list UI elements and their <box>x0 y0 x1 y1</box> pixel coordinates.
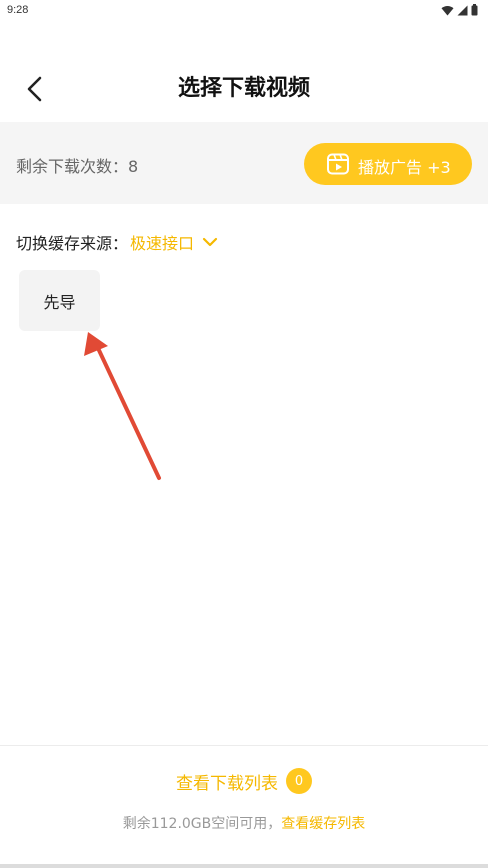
chevron-down-icon[interactable] <box>202 237 218 247</box>
storage-text: 剩余112.0GB空间可用， <box>122 816 282 832</box>
play-ad-button[interactable]: 播放广告 +3 <box>304 143 472 185</box>
storage-info: 剩余112.0GB空间可用，查看缓存列表 <box>0 813 488 833</box>
source-label: 切换缓存来源： <box>16 234 129 253</box>
page-title: 选择下载视频 <box>177 76 310 101</box>
quota-bar: 剩余下载次数：8 播放广告 +3 <box>0 122 488 204</box>
source-value[interactable]: 极速接口 <box>130 230 194 254</box>
download-list-label: 查看下载列表 <box>176 773 278 794</box>
wifi-icon <box>441 5 454 15</box>
source-switch[interactable]: 切换缓存来源： 极速接口 <box>16 230 218 254</box>
view-download-list-link[interactable]: 查看下载列表 0 <box>0 768 488 794</box>
status-icons <box>441 4 478 16</box>
remaining-downloads-text: 剩余下载次数：8 <box>16 157 139 176</box>
download-count-badge: 0 <box>286 768 312 794</box>
status-bar: 9:28 <box>0 0 488 22</box>
battery-icon <box>471 4 478 16</box>
signal-icon <box>457 5 468 15</box>
episode-item[interactable]: 先导 <box>19 270 100 331</box>
play-video-icon <box>327 153 349 175</box>
nav-bar <box>0 864 488 868</box>
header: 选择下载视频 <box>0 50 488 122</box>
view-cache-list-link[interactable]: 查看缓存列表 <box>281 816 365 832</box>
bottom-divider <box>0 745 488 746</box>
status-time: 9:28 <box>7 4 29 16</box>
play-ad-label: 播放广告 +3 <box>358 158 451 177</box>
